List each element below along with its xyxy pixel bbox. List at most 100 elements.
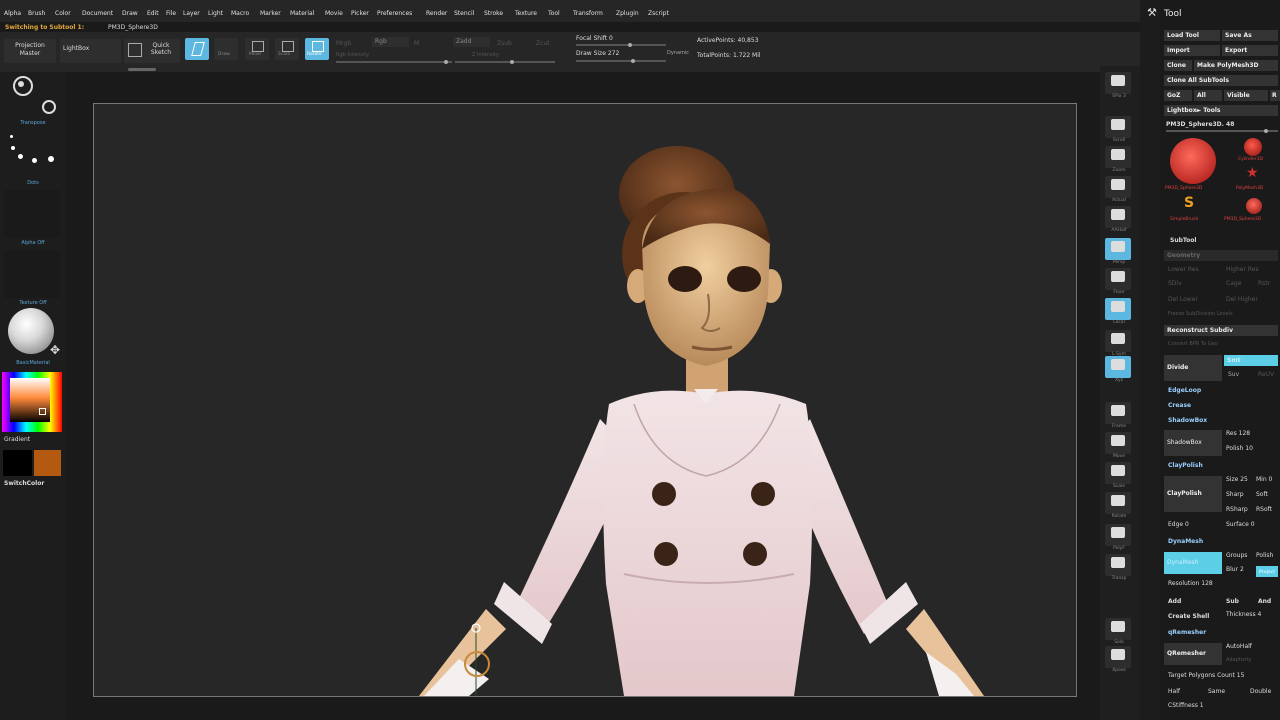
half-button[interactable]: Half [1168,688,1180,695]
menu-marker[interactable]: Marker [260,10,281,17]
curves-strength-slider[interactable]: CStiffness 1 [1168,702,1204,709]
menu-edit[interactable]: Edit [147,10,159,17]
polish-slider[interactable]: Polish 10 [1226,445,1253,452]
sub-button[interactable]: Sub [1226,598,1239,605]
menu-tool[interactable]: Tool [548,10,560,17]
m-button[interactable]: M [414,40,419,47]
surface-slider[interactable]: Surface 0 [1226,521,1255,528]
mrgb-button[interactable]: Mrgb [336,40,351,47]
dynamesh-section[interactable]: DynaMesh [1168,538,1203,545]
texture-button[interactable] [4,250,60,298]
all-button[interactable]: All [1194,90,1222,101]
del-lower-button[interactable]: Del Lower [1168,296,1198,303]
shelf-rotate-button[interactable] [1105,492,1131,514]
shadowbox-button[interactable]: ShadowBox [1164,430,1222,456]
menu-light[interactable]: Light [208,10,223,17]
lightbox-tools-button[interactable]: Lightbox► Tools [1164,105,1278,116]
groups-button[interactable]: Groups [1226,552,1247,559]
draw-size-slider[interactable] [576,59,666,63]
zsub-button[interactable]: Zsub [497,40,512,47]
alpha-button[interactable] [4,190,60,238]
secondary-color-swatch[interactable] [3,450,32,476]
higher-res-button[interactable]: Higher Res [1226,266,1259,273]
convert-bpr-button[interactable]: Convert BPR To Geo [1168,341,1218,347]
qremesher-button[interactable]: QRemesher [1164,643,1222,665]
menu-texture[interactable]: Texture [515,10,537,17]
resolution-slider[interactable]: Resolution 128 [1168,580,1213,587]
gradient-label[interactable]: Gradient [4,436,30,443]
add-button[interactable]: Add [1168,598,1181,605]
res-slider[interactable]: Res 128 [1226,430,1250,437]
menu-file[interactable]: File [166,10,176,17]
toolbar-scroll-handle[interactable] [128,68,156,71]
zadd-button[interactable]: Zadd [453,37,490,47]
create-shell-button[interactable]: Create Shell [1168,613,1209,620]
menu-zscript[interactable]: Zscript [648,10,669,17]
rgb-intensity-slider[interactable] [336,60,452,64]
shadowbox-section[interactable]: ShadowBox [1168,417,1207,424]
focal-shift-slider[interactable] [576,43,666,47]
rotate-button[interactable]: Rotate [305,38,329,60]
color-square[interactable] [10,378,50,422]
tool-thumb-sphere-icon[interactable] [1170,138,1216,184]
rgb-button[interactable]: Rgb [372,37,409,47]
current-tool-slider[interactable] [1166,129,1278,133]
suv-button[interactable]: Suv [1228,371,1239,378]
shelf-frame-button[interactable] [1105,402,1131,424]
projection-master-button[interactable]: Projection Master [4,39,56,63]
lower-res-button[interactable]: Lower Res [1168,266,1199,273]
shelf-zoom-button[interactable] [1105,146,1131,168]
size-slider[interactable]: Size 25 [1226,476,1248,483]
clone-all-subtools-button[interactable]: Clone All SubTools [1164,75,1278,86]
import-button[interactable]: Import [1164,45,1220,56]
menu-preferences[interactable]: Preferences [377,10,412,17]
edge-slider[interactable]: Edge 0 [1168,521,1189,528]
soft-slider[interactable]: Soft [1256,491,1268,498]
crease-button[interactable]: Crease [1168,402,1191,409]
project-button[interactable]: Project [1256,566,1278,577]
scale-button[interactable]: Scale [275,38,299,60]
divide-button[interactable]: Divide [1164,355,1222,381]
menu-movie[interactable]: Movie [325,10,343,17]
shelf-transp-button[interactable] [1105,554,1131,576]
load-tool-button[interactable]: Load Tool [1164,30,1220,41]
quick-sketch-button[interactable]: Quick Sketch [124,39,180,63]
menu-brush[interactable]: Brush [28,10,45,17]
blur-slider[interactable]: Blur 2 [1226,566,1244,573]
save-as-button[interactable]: Save As [1222,30,1278,41]
shelf-aahalf-button[interactable] [1105,206,1131,228]
rsoft-slider[interactable]: RSoft [1256,506,1272,513]
shelf-actual-button[interactable] [1105,176,1131,198]
sdiv-slider[interactable]: SDiv [1168,280,1182,287]
geometry-button[interactable]: Geometry [1164,250,1278,261]
dynamesh-button[interactable]: DynaMesh [1164,552,1222,574]
shelf-floor-button[interactable] [1105,268,1131,290]
menu-zplugin[interactable]: Zplugin [616,10,639,17]
menu-color[interactable]: Color [55,10,71,17]
current-tool-name[interactable]: PM3D_Sphere3D. 48 [1166,121,1234,128]
min-slider[interactable]: Min 0 [1256,476,1272,483]
edit-button[interactable] [185,38,209,60]
menu-stroke[interactable]: Stroke [484,10,503,17]
dynamic-button[interactable]: Dynamic [667,50,689,56]
autohalf-button[interactable]: AutoHalf [1226,643,1252,650]
and-button[interactable]: And [1258,598,1271,605]
menu-stencil[interactable]: Stencil [454,10,474,17]
shelf-move-button[interactable] [1105,432,1131,454]
menu-material[interactable]: Material [290,10,314,17]
tool-thumb-polymesh-icon[interactable]: ★ [1246,166,1259,180]
menu-render[interactable]: Render [426,10,447,17]
make-polymesh-button[interactable]: Make PolyMesh3D [1194,60,1278,71]
menu-transform[interactable]: Transform [573,10,603,17]
reconstruct-subdiv-button[interactable]: Reconstruct Subdiv [1164,325,1278,336]
menu-document[interactable]: Document [82,10,113,17]
shelf-persp-button[interactable] [1105,238,1131,260]
freeze-subdiv-button[interactable]: Freeze SubDivision Levels [1168,311,1233,317]
target-polygons-slider[interactable]: Target Polygons Count 15 [1168,672,1244,679]
shelf-l-sym-button[interactable] [1105,330,1131,352]
r-button[interactable]: R [1270,90,1280,101]
claypolish-button[interactable]: ClayPolish [1164,476,1222,512]
reuv-button[interactable]: ReUV [1258,371,1274,378]
stroke-button[interactable] [8,132,56,168]
visible-button[interactable]: Visible [1224,90,1268,101]
